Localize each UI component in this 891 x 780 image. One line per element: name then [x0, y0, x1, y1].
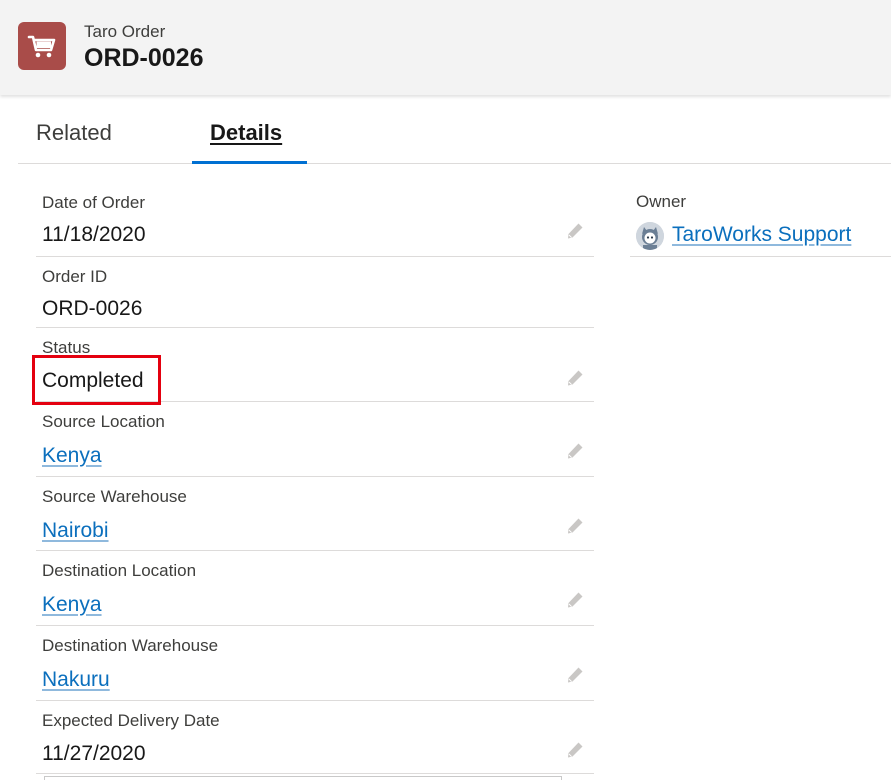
field-label: Destination Location [42, 561, 197, 580]
field-value: Completed [42, 369, 144, 392]
field-label: Source Location [42, 412, 165, 431]
tab-details[interactable]: Details [192, 100, 307, 164]
field-source-warehouse: Source Warehouse Nairobi [36, 477, 594, 551]
field-source-location: Source Location Kenya [36, 402, 594, 477]
field-expected-delivery-date: Expected Delivery Date 11/27/2020 [36, 701, 594, 774]
field-destination-warehouse: Destination Warehouse Nakuru [36, 626, 594, 701]
pencil-icon[interactable] [566, 517, 584, 535]
next-section-edge [44, 776, 562, 780]
field-label: Source Warehouse [42, 487, 187, 506]
field-label: Owner [636, 192, 687, 211]
field-status: Status Completed [36, 328, 594, 402]
field-label: Date of Order [42, 193, 145, 212]
field-label: Expected Delivery Date [42, 711, 220, 730]
source-location-link[interactable]: Kenya [42, 444, 102, 468]
field-label: Order ID [42, 267, 108, 286]
pencil-icon[interactable] [566, 591, 584, 609]
pencil-icon[interactable] [566, 442, 584, 460]
pencil-icon[interactable] [566, 222, 584, 240]
field-order-id: Order ID ORD-0026 [36, 257, 594, 328]
field-date-of-order: Date of Order 11/18/2020 [36, 183, 594, 257]
pencil-icon[interactable] [566, 666, 584, 684]
owner-link[interactable]: TaroWorks Support [672, 223, 851, 247]
tab-details-label: Details [210, 120, 283, 145]
field-label: Destination Warehouse [42, 636, 219, 655]
tab-related[interactable]: Related [36, 120, 112, 146]
pencil-icon[interactable] [566, 369, 584, 387]
astro-avatar-icon [636, 222, 664, 250]
field-label: Status [42, 338, 91, 357]
record-title: ORD-0026 [84, 44, 204, 72]
field-value: ORD-0026 [42, 297, 143, 320]
destination-warehouse-link[interactable]: Nakuru [42, 668, 110, 692]
record-header: Taro Order ORD-0026 [0, 0, 891, 95]
field-destination-location: Destination Location Kenya [36, 551, 594, 626]
field-value: 11/27/2020 [42, 742, 146, 765]
pencil-icon[interactable] [566, 741, 584, 759]
cart-icon [18, 22, 66, 70]
active-tab-indicator [192, 161, 307, 164]
object-type-label: Taro Order [84, 22, 166, 41]
field-owner: Owner TaroWorks Support [630, 180, 891, 257]
source-warehouse-link[interactable]: Nairobi [42, 519, 109, 543]
field-value: 11/18/2020 [42, 223, 146, 246]
record-tabs: Related Details [18, 100, 891, 164]
destination-location-link[interactable]: Kenya [42, 593, 102, 617]
